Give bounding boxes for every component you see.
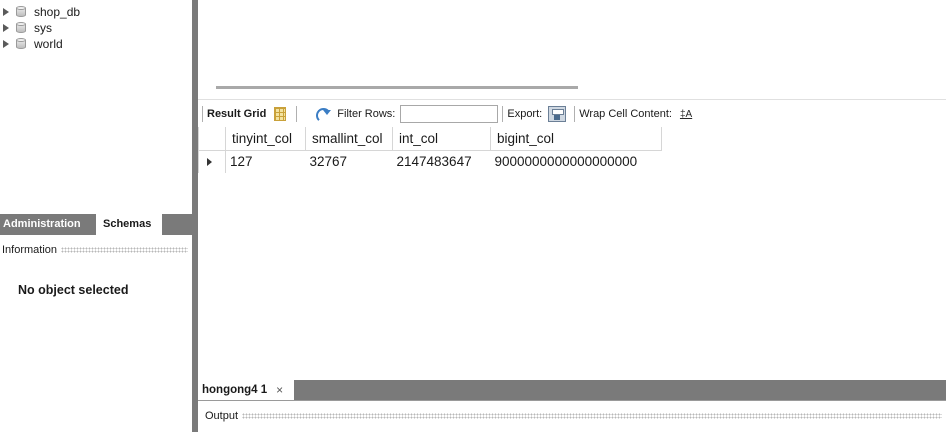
result-grid-label[interactable]: Result Grid — [207, 108, 266, 120]
table-cell[interactable]: 2147483647 — [393, 150, 491, 173]
database-icon — [16, 6, 26, 18]
tree-item-shop-db[interactable]: shop_db — [0, 4, 80, 20]
row-header-corner[interactable] — [198, 127, 226, 151]
panel-grip[interactable] — [242, 413, 942, 419]
result-table: tinyint_col smallint_col int_col bigint_… — [198, 127, 662, 173]
table-row[interactable]: 127 32767 2147483647 9000000000000000000 — [198, 150, 662, 173]
expand-arrow-icon[interactable] — [3, 8, 9, 16]
panel-grip[interactable] — [61, 247, 188, 253]
panel-divider — [198, 400, 946, 406]
table-cell[interactable]: 127 — [226, 150, 306, 173]
tree-item-label: world — [34, 37, 63, 51]
filter-rows-label: Filter Rows: — [337, 108, 396, 120]
toolbar-divider — [574, 106, 576, 122]
toolbar-divider — [296, 106, 298, 122]
wrap-text-icon[interactable]: ‡A — [680, 109, 692, 120]
result-toolbar: Result Grid Filter Rows: Export: Wrap Ce… — [198, 101, 946, 127]
horizontal-scrollbar[interactable] — [198, 78, 946, 100]
output-header: Output — [198, 407, 946, 425]
current-row-icon — [207, 157, 212, 166]
tree-item-world[interactable]: world — [0, 36, 63, 52]
toolbar-divider — [202, 106, 203, 122]
tab-schemas[interactable]: Schemas — [96, 214, 162, 235]
export-label: Export: — [507, 108, 543, 120]
tree-item-label: shop_db — [34, 5, 81, 19]
query-tab-label: hongong4 1 — [202, 384, 268, 396]
output-label: Output — [205, 410, 239, 422]
close-icon[interactable]: × — [276, 383, 283, 397]
expand-arrow-icon[interactable] — [3, 40, 9, 48]
header-row: tinyint_col smallint_col int_col bigint_… — [198, 127, 662, 151]
information-label: Information — [2, 244, 58, 256]
tab-query-result[interactable]: hongong4 1 × — [198, 380, 294, 400]
schema-tree: shop_db sys world — [0, 0, 192, 214]
tab-administration[interactable]: Administration — [0, 214, 96, 235]
no-object-message: No object selected — [18, 283, 129, 297]
database-icon — [16, 22, 26, 34]
tree-item-sys[interactable]: sys — [0, 20, 52, 36]
table-cell[interactable]: 32767 — [306, 150, 393, 173]
column-header[interactable]: smallint_col — [305, 127, 393, 151]
navigator-tab-strip: Administration Schemas — [0, 214, 192, 235]
expand-arrow-icon[interactable] — [3, 24, 9, 32]
table-cell[interactable]: 9000000000000000000 — [491, 150, 662, 173]
refresh-icon[interactable] — [315, 107, 332, 123]
information-header: Information — [0, 241, 192, 259]
column-header[interactable]: int_col — [392, 127, 491, 151]
toolbar-divider — [502, 106, 504, 122]
row-selector[interactable] — [198, 150, 226, 173]
tree-item-label: sys — [34, 21, 52, 35]
database-icon — [16, 38, 26, 50]
scrollbar-thumb[interactable] — [216, 86, 578, 89]
result-tab-strip — [198, 380, 946, 400]
filter-rows-input[interactable] — [400, 105, 499, 123]
column-header[interactable]: tinyint_col — [225, 127, 306, 151]
export-icon[interactable] — [548, 106, 567, 122]
navigator-panel: shop_db sys world Administration Schemas… — [0, 0, 192, 432]
column-header[interactable]: bigint_col — [490, 127, 662, 151]
wrap-cell-content-label: Wrap Cell Content: — [579, 108, 672, 120]
result-grid: tinyint_col smallint_col int_col bigint_… — [198, 127, 662, 173]
grid-view-icon[interactable] — [274, 107, 287, 121]
